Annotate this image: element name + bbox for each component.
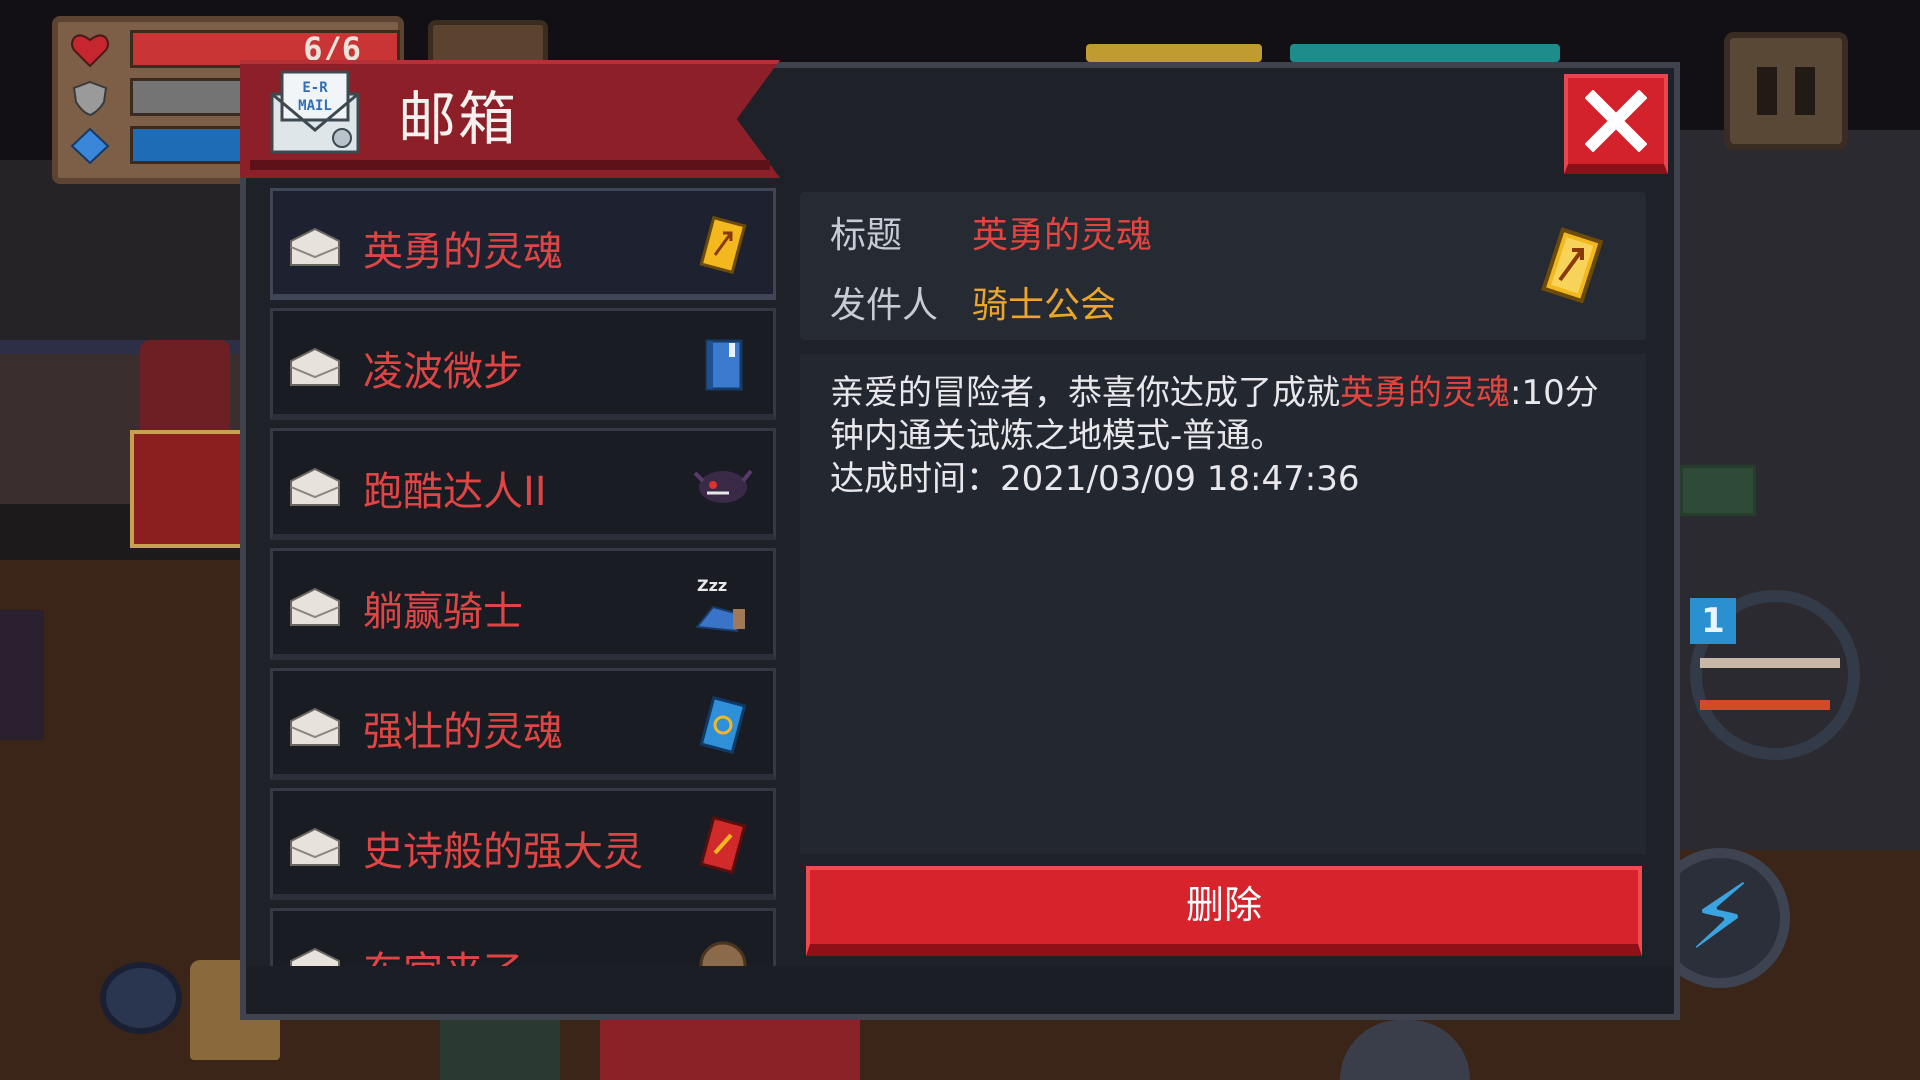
gold-card-icon [1541,227,1604,304]
body-prefix: 亲爱的冒险者，恭喜你达成了成就 [830,373,1340,413]
mailbox-title: 邮箱 [398,85,519,153]
svg-text:MAIL: MAIL [298,98,332,114]
gold-card-icon [699,215,747,275]
blue-book-icon [705,339,743,391]
pause-icon-bar-left [1757,67,1777,115]
sword-icon [1700,658,1840,668]
shield-icon [72,80,108,116]
envelope-icon [290,827,340,866]
lightning-icon: ⚡ [1688,865,1752,970]
mail-body-text: 亲爱的冒险者，恭喜你达成了成就英勇的灵魂:10分钟内通关试炼之地模式-普通。 达… [830,372,1620,501]
body-time: 达成时间：2021/03/09 18:47:36 [830,459,1360,499]
mail-item-label: 凌波微步 [363,349,523,395]
floor-object [440,1020,560,1080]
mail-item-strong-soul[interactable]: 强壮的灵魂 [270,668,776,780]
mail-item-label: 东宫来了 [363,939,523,966]
npc-character [0,610,44,740]
round-item-icon [699,941,747,966]
pause-icon-bar-right [1795,67,1815,115]
envelope-icon [290,947,340,966]
energy-diamond-icon [70,128,110,164]
envelope-icon [290,467,340,506]
mail-item-epic-soul[interactable]: 史诗般的强大灵 [270,788,776,900]
delete-button[interactable]: 删除 [806,866,1642,956]
red-statue [600,1020,860,1080]
envelope-icon [290,227,340,266]
mail-item-lazy-knight[interactable]: 躺赢骑士 Zzz [270,548,776,660]
mail-list[interactable]: 英勇的灵魂 凌波微步 跑酷达人II 躺赢骑士 Zzz 强壮的灵魂 史诗般的强大灵 [270,188,778,966]
mail-item-heroic-soul[interactable]: 英勇的灵魂 [270,188,776,300]
sender-label: 发件人 [830,285,939,326]
envelope-icon [290,587,340,626]
heart-icon [71,34,109,68]
weapon-slot-number: 1 [1690,598,1736,644]
close-x-icon [1585,90,1647,152]
mail-item-label: 强壮的灵魂 [363,709,563,755]
mail-item-east-palace[interactable]: 东宫来了 [270,908,776,966]
boss-bar-teal [1290,44,1560,62]
title-value: 英勇的灵魂 [972,215,1153,256]
shadow-creature-icon [693,469,753,503]
svg-text:E-R: E-R [302,80,328,96]
barrel [100,962,182,1034]
blue-card-icon [699,695,747,755]
title-label: 标题 [830,215,903,256]
panel-bottom-edge [246,966,1674,1014]
mail-item-label: 跑酷达人II [363,469,547,515]
mail-envelope-icon: E-R MAIL [270,70,360,154]
svg-text:Zzz: Zzz [697,576,727,595]
header-shadow [250,160,770,170]
body-highlight: 英勇的灵魂 [1340,373,1510,413]
green-crate [1680,465,1756,516]
mail-item-label: 躺赢骑士 [363,589,523,635]
envelope-icon [290,707,340,746]
fire-sword-icon [1700,700,1830,710]
mail-item-label: 英勇的灵魂 [363,229,563,275]
merchant-counter [130,430,258,548]
sender-value: 骑士公会 [972,285,1117,326]
mail-item-lingbo[interactable]: 凌波微步 [270,308,776,420]
boss-bar-yellow [1086,44,1262,62]
red-card-icon [699,815,747,875]
close-button[interactable] [1564,74,1668,174]
mail-item-parkour[interactable]: 跑酷达人II [270,428,776,540]
mail-item-label: 史诗般的强大灵 [363,829,643,875]
sleeping-knight-icon: Zzz [695,576,745,633]
pause-button[interactable] [1724,32,1848,150]
merchant-character [140,340,230,440]
envelope-icon [290,347,340,386]
